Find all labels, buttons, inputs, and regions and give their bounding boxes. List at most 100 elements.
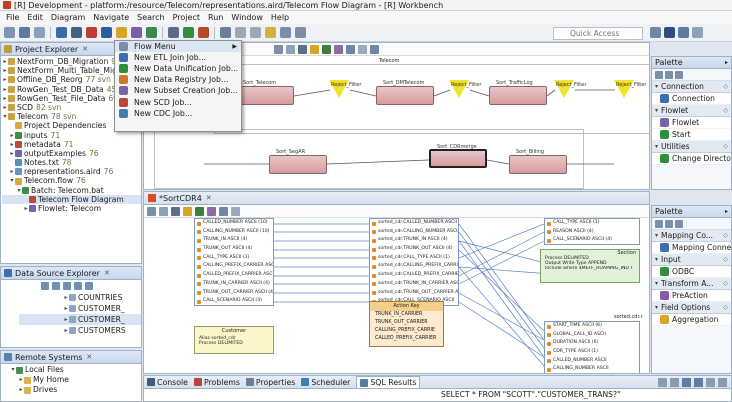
field-row[interactable]: CALL_SCENARIO ASCII (4) (545, 236, 639, 244)
remote-item[interactable]: ▸ Drives (2, 385, 141, 395)
pin-icon[interactable]: ◇ (723, 107, 728, 114)
tree-item[interactable]: Notes.txt 78 (2, 158, 141, 167)
tab-sql-results[interactable]: SQL Results (356, 376, 421, 388)
palette-menu-icon[interactable]: ▸ (725, 208, 728, 215)
menu-item-2[interactable]: New Data Unification Job... (115, 63, 241, 74)
arrange-icon[interactable] (298, 44, 307, 54)
field-row[interactable]: GLOBAL_CALL_ID ASCII (545, 331, 639, 340)
field-row[interactable]: CALL_TYPE ASCII (1) (195, 254, 273, 263)
palette-entry[interactable]: Start (652, 129, 731, 141)
tree-item[interactable]: ▸ metadata 71 (2, 140, 141, 149)
layout-icon[interactable] (346, 44, 355, 54)
field-row[interactable]: sorted_cdr.TRUNK_IN_CARRIER ASC (370, 280, 458, 289)
menu-diagram[interactable]: Diagram (47, 13, 89, 22)
new-icon[interactable] (4, 27, 15, 38)
menu-item-3[interactable]: New Data Registry Job... (115, 74, 241, 85)
palette-drawer[interactable]: ▾ Field Options ◇ (652, 302, 731, 314)
iri-perspective-icon[interactable] (664, 27, 675, 38)
field-row[interactable]: sorted_cdr.TRUNK_OUT ASCII (4) (370, 245, 458, 254)
menu-file[interactable]: File (2, 13, 23, 22)
filters-icon[interactable] (231, 206, 240, 216)
tab-console[interactable]: Console (147, 378, 188, 387)
close-icon[interactable]: ✕ (82, 45, 88, 53)
next-annotation-icon[interactable] (235, 27, 246, 38)
field-row[interactable]: CALLED_NUMBER ASCII (545, 357, 639, 366)
open-perspective-icon[interactable] (650, 27, 661, 38)
menu-edit[interactable]: Edit (23, 13, 47, 22)
table-item[interactable]: ▸ CUSTOMER_ (19, 314, 141, 325)
action-key-field[interactable]: TRUNK_OUT_CARRIER (370, 319, 443, 327)
remote-item[interactable]: ▾ Local Files (2, 365, 141, 375)
close-icon[interactable]: ✕ (206, 194, 212, 202)
line-color-icon[interactable] (207, 206, 216, 216)
field-row[interactable]: CALLED_NUMBER ASCII (10) (195, 219, 273, 228)
tab-scheduler[interactable]: Scheduler (301, 378, 350, 387)
menu-project[interactable]: Project (169, 13, 204, 22)
tab-properties[interactable]: Properties (245, 378, 295, 387)
database-icon[interactable] (56, 27, 67, 38)
close-icon[interactable]: ✕ (86, 353, 92, 361)
select-tool-icon[interactable] (655, 70, 663, 79)
debug-icon[interactable] (168, 27, 179, 38)
minimize-icon[interactable] (706, 378, 715, 387)
run-job-icon[interactable] (131, 27, 142, 38)
palette-entry[interactable]: Connection (652, 93, 731, 105)
close-icon[interactable]: ✕ (104, 269, 110, 277)
remote-systems-tab[interactable]: Remote Systems ✕ (1, 351, 141, 364)
palette-entry[interactable]: PreAction (652, 290, 731, 302)
search-icon[interactable] (220, 27, 231, 38)
pin-icon[interactable]: ◇ (723, 83, 728, 90)
pin-icon[interactable]: ◇ (723, 304, 728, 311)
link-icon[interactable] (52, 282, 60, 290)
new-job-wizard-icon[interactable] (71, 27, 82, 38)
menu-run[interactable]: Run (204, 13, 227, 22)
palette-drawer[interactable]: ▾ Mapping Co... ◇ (652, 230, 731, 242)
table-item[interactable]: ▸ COUNTRIES (19, 292, 141, 303)
action-key-box[interactable]: Action Key TRUNK_IN_CARRIER TRUNK_OUT_CAR… (369, 301, 444, 347)
data-source-explorer-tab[interactable]: Data Source Explorer ✕ (1, 267, 141, 280)
zoom-tool-icon[interactable] (665, 70, 673, 79)
pin-icon[interactable]: ◇ (723, 232, 728, 239)
tree-item[interactable]: ▸ outputExamples 76 (2, 149, 141, 158)
field-row[interactable]: TRUNK_OUT_CARRIER ASCII (4) (195, 289, 273, 298)
note-tool-icon[interactable] (675, 70, 683, 79)
select-icon[interactable] (147, 206, 156, 216)
export-image-icon[interactable] (370, 44, 379, 54)
menu-navigate[interactable]: Navigate (89, 13, 133, 22)
pin-icon[interactable]: ◇ (723, 280, 728, 287)
back-icon[interactable] (280, 27, 291, 38)
field-row[interactable]: sorted_cdr.CALLING_NUMBER ASCII (370, 228, 458, 237)
line-color-icon[interactable] (334, 44, 343, 54)
filter-icon[interactable] (74, 282, 82, 290)
palette-entry[interactable]: Flowlet (652, 117, 731, 129)
palette-drawer[interactable]: ▾ Connection ◇ (652, 81, 731, 93)
palette-entry[interactable]: Change Directory (652, 153, 731, 165)
fill-color-icon[interactable] (322, 44, 331, 54)
forward-icon[interactable] (295, 27, 306, 38)
menu-item-0[interactable]: Flow Menu ▶ (115, 41, 241, 53)
last-edit-icon[interactable] (265, 27, 276, 38)
table-item[interactable]: ▸ CUSTOMERS (19, 325, 141, 336)
pin-icon[interactable]: ◇ (723, 256, 728, 263)
font-color-icon[interactable] (183, 206, 192, 216)
tree-item[interactable]: ▸ Flowlet: Telecom (2, 204, 141, 213)
save-all-icon[interactable] (34, 27, 45, 38)
field-row[interactable]: CALLING_PREFIX_CARRIER ASC (195, 262, 273, 271)
field-row[interactable]: TRUNK_IN_CARRIER ASCII (4) (195, 280, 273, 289)
menu-item-4[interactable]: New Subset Creation Job... (115, 85, 241, 96)
external-tools-icon[interactable] (198, 27, 209, 38)
font-color-icon[interactable] (310, 44, 319, 54)
menu-item-6[interactable]: New CDC Job... (115, 108, 241, 119)
arrange-icon[interactable] (171, 206, 180, 216)
filters-icon[interactable] (358, 44, 367, 54)
menu-item-1[interactable]: New ETL Join Job... (115, 52, 241, 63)
field-row[interactable]: sorted_cdr.TRUNK_IN ASCII (4) (370, 236, 458, 245)
field-row[interactable]: TRUNK_IN ASCII (4) (195, 236, 273, 245)
view-menu-icon[interactable] (85, 282, 93, 290)
remote-item[interactable]: ▸ My Home (2, 375, 141, 385)
tree-item[interactable]: ▾ Batch: Telecom.bat (2, 186, 141, 195)
palette-drawer[interactable]: ▾ Utilities ◇ (652, 141, 731, 153)
maximize-icon[interactable] (718, 378, 727, 387)
menu-help[interactable]: Help (267, 13, 293, 22)
field-row[interactable]: sorted_cdr.CALLED_PREFIX_CARRIER (370, 271, 458, 280)
